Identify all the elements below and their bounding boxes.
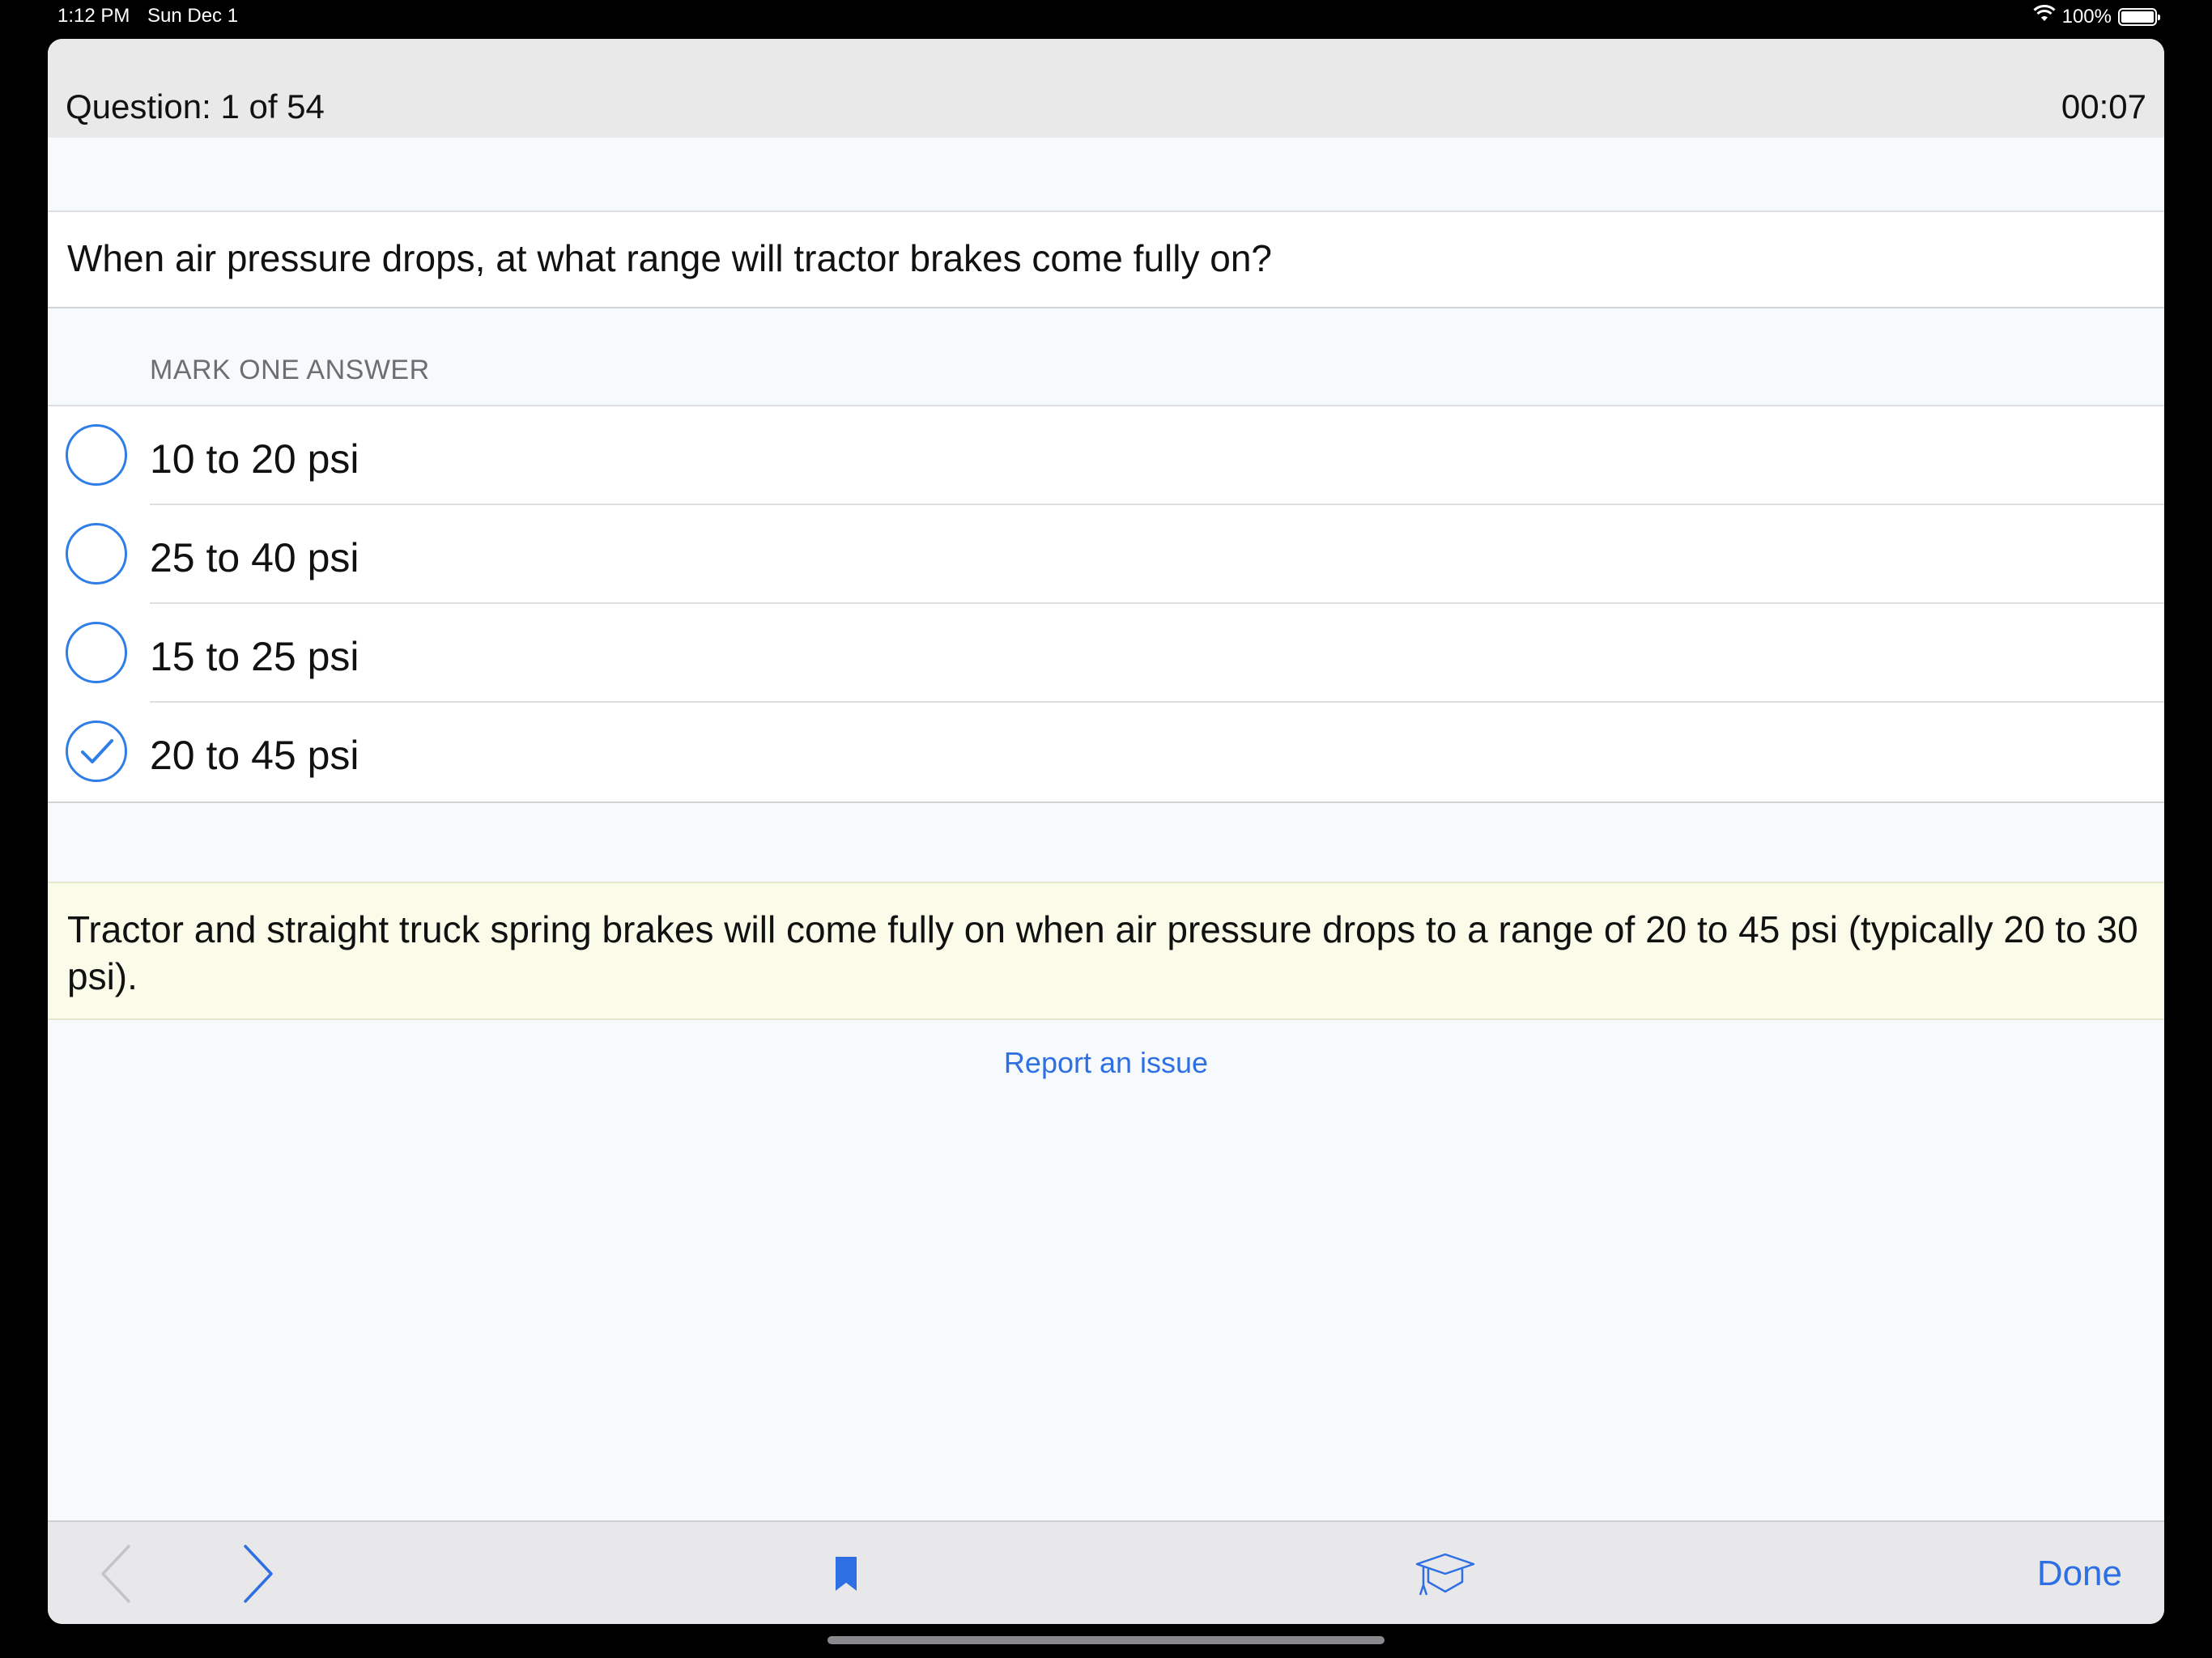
answer-option-3[interactable]: 15 to 25 psi [48, 604, 2164, 703]
answer-list: 10 to 20 psi 25 to 40 psi 15 to 25 psi 2… [48, 405, 2164, 803]
answer-label: 15 to 25 psi [150, 634, 359, 679]
previous-button[interactable] [83, 1522, 148, 1624]
answer-option-4[interactable]: 20 to 45 psi [48, 703, 2164, 801]
report-issue-link[interactable]: Report an issue [48, 1046, 2164, 1080]
radio-empty-icon[interactable] [66, 622, 127, 683]
bottom-toolbar: Done [48, 1520, 2164, 1624]
status-date: Sun Dec 1 [147, 5, 239, 27]
checkmark-icon [81, 739, 113, 763]
status-right: 100% [2033, 4, 2160, 28]
radio-checked-icon[interactable] [66, 721, 127, 782]
quiz-sheet: Question: 1 of 54 00:07 When air pressur… [48, 39, 2164, 1624]
timer: 00:07 [2061, 87, 2146, 125]
battery-icon [2118, 7, 2160, 26]
answer-option-2[interactable]: 25 to 40 psi [48, 505, 2164, 604]
answer-option-1[interactable]: 10 to 20 psi [48, 406, 2164, 505]
wifi-icon [2033, 4, 2056, 28]
mark-one-answer-label: MARK ONE ANSWER [150, 355, 430, 385]
done-button[interactable]: Done [2037, 1522, 2122, 1624]
answer-label: 10 to 20 psi [150, 436, 359, 482]
battery-fill [2121, 11, 2154, 23]
graduation-cap-icon [1415, 1553, 1475, 1596]
quiz-header: Question: 1 of 54 00:07 [48, 39, 2164, 138]
radio-empty-icon[interactable] [66, 523, 127, 585]
bookmark-button[interactable] [814, 1522, 878, 1624]
status-bar: 1:12 PM Sun Dec 1 100% [0, 0, 2212, 36]
battery-percent: 100% [2061, 5, 2112, 28]
answer-label: 20 to 45 psi [150, 733, 359, 778]
bookmark-icon [836, 1557, 857, 1591]
chevron-left-icon [101, 1545, 130, 1603]
question-row: When air pressure drops, at what range w… [48, 210, 2164, 308]
explanation-box: Tractor and straight truck spring brakes… [48, 882, 2164, 1020]
question-counter: Question: 1 of 54 [66, 87, 325, 125]
study-mode-button[interactable] [1405, 1522, 1486, 1624]
answer-label: 25 to 40 psi [150, 535, 359, 580]
next-button[interactable] [226, 1522, 291, 1624]
status-time: 1:12 PM [57, 5, 130, 27]
home-indicator [827, 1636, 1385, 1644]
chevron-right-icon [244, 1545, 273, 1603]
radio-empty-icon[interactable] [66, 424, 127, 486]
question-text: When air pressure drops, at what range w… [67, 237, 1272, 279]
